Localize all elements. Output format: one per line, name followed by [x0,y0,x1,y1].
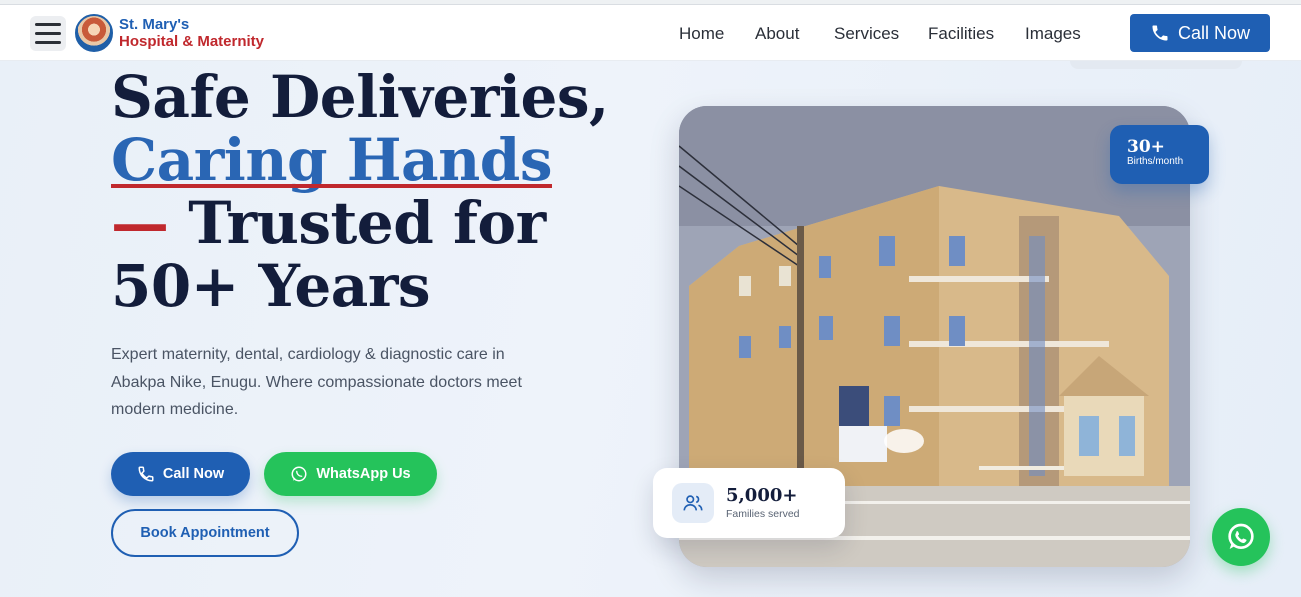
header-call-now-label: Call Now [1177,22,1251,43]
nav-about[interactable]: About [755,24,799,44]
nav-facilities[interactable]: Facilities [928,24,994,44]
hamburger-icon-bar [35,23,61,26]
hamburger-icon-bar [35,32,61,35]
births-per-month-badge: 30+ Births/month [1110,125,1209,184]
brand-line-2: Hospital & Maternity [119,33,265,50]
header-call-now-button[interactable]: Call Now [1130,14,1270,52]
families-value: 5,000+ [726,485,798,506]
nav-services[interactable]: Services [834,24,899,44]
hamburger-menu-button[interactable] [30,16,66,51]
headline-dash: — [111,189,169,257]
nav-images[interactable]: Images [1025,24,1081,44]
headline-line-1: Safe Deliveries, [111,63,609,131]
hero-call-now-button[interactable]: Call Now [111,452,250,496]
hero-headline: Safe Deliveries, Caring Hands — Trusted … [111,66,631,318]
brand-line-1: St. Mary's [119,16,190,33]
headline-line-4: 50+ Years [111,252,431,320]
header-decoration [1070,61,1242,69]
floating-whatsapp-button[interactable] [1212,508,1270,566]
families-label: Families served [726,508,800,520]
hero-call-now-label: Call Now [162,466,225,482]
headline-highlight: Caring Hands [111,126,553,194]
whatsapp-us-label: WhatsApp Us [316,466,411,482]
phone-icon [138,466,154,482]
whatsapp-us-button[interactable]: WhatsApp Us [264,452,437,496]
hero-subtext: Expert maternity, dental, cardiology & d… [111,346,522,418]
phone-icon [1152,25,1168,41]
headline-line-3: Trusted for [168,189,546,257]
births-label: Births/month [1127,156,1184,167]
book-appointment-button[interactable]: Book Appointment [111,509,299,557]
users-icon [672,483,714,523]
site-header: St. Mary's Hospital & Maternity Home Abo… [0,5,1301,61]
nav-home[interactable]: Home [679,24,724,44]
whatsapp-icon [291,466,307,482]
births-value: 30+ [1127,137,1165,157]
brand-name[interactable]: St. Mary's Hospital & Maternity [119,16,264,50]
hamburger-icon-bar [35,41,61,44]
families-served-card: 5,000+ Families served [653,468,845,538]
whatsapp-icon [1228,523,1254,549]
hospital-logo[interactable] [75,14,113,52]
